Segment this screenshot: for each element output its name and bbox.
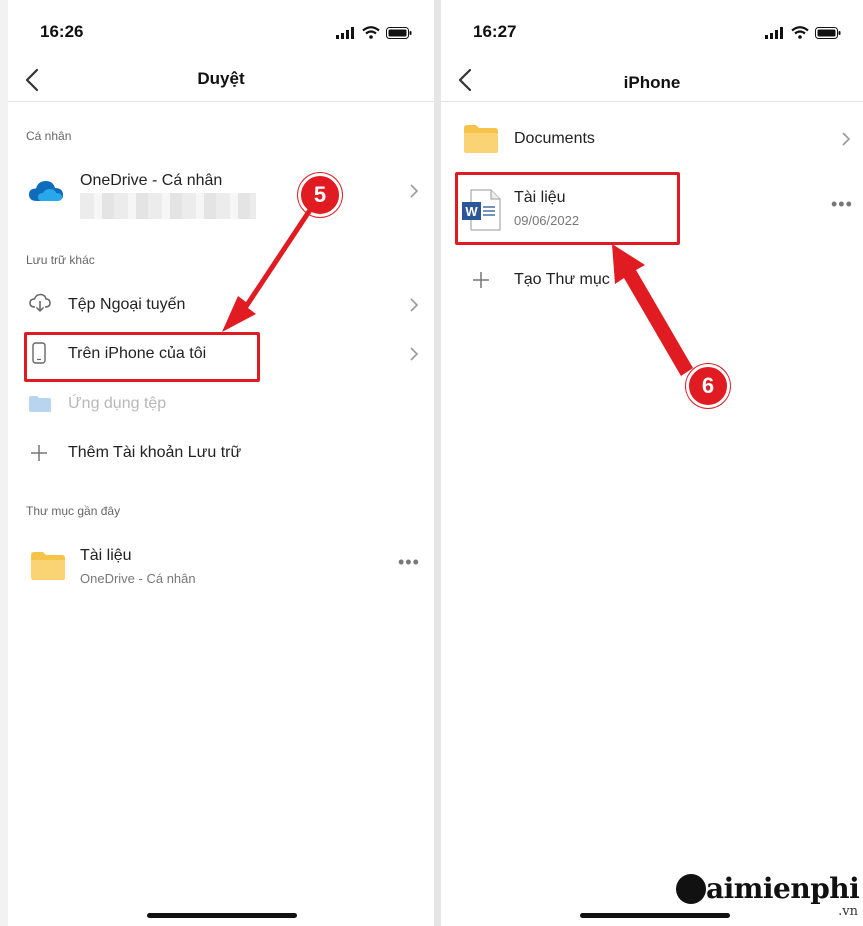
logo-suffix: .vn — [838, 904, 858, 919]
logo-mark-icon — [676, 874, 706, 904]
watermark-logo: aimienphi .vn — [672, 868, 862, 920]
logo-brand: aimienphi — [706, 872, 860, 905]
arrow-step-6 — [612, 244, 693, 376]
annotation-arrows — [222, 204, 693, 376]
arrow-step-5 — [222, 204, 313, 332]
